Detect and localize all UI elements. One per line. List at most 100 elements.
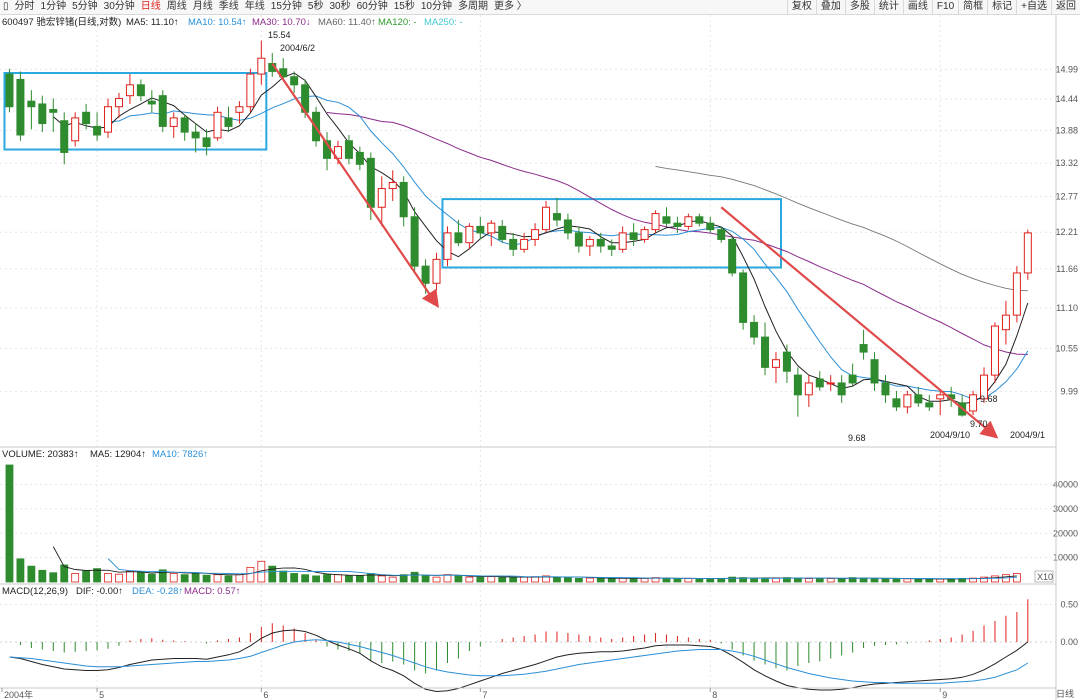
volume-bar-47: [520, 576, 529, 583]
candle-body-85: [936, 394, 945, 400]
low2-value-label: 9.68: [980, 394, 998, 404]
volume-bar-28: [312, 575, 320, 583]
volume-bar-19: [213, 574, 222, 583]
volume-ma10-line: [107, 558, 1017, 580]
candle-body-19: [213, 111, 222, 139]
volume-bar-69: [761, 578, 769, 583]
stock-chart[interactable]: 14.99 14.44 13.88 13.32 12.77 12.21 11.66 11.10…: [0, 0, 1080, 700]
candle-body-9: [104, 106, 113, 133]
candle-body-91: [1001, 314, 1010, 331]
macd-tick-label-0: 0.50: [1060, 600, 1078, 610]
volume-bar-18: [202, 574, 211, 583]
candle-body-46: [509, 238, 518, 250]
candle-body-74: [815, 378, 824, 388]
volume-bar-81: [892, 578, 901, 583]
volume-bar-27: [301, 574, 310, 583]
volume-bar-84: [925, 578, 934, 583]
candle-body-50: [552, 213, 561, 221]
volume-bar-38: [421, 575, 430, 583]
candle-body-68: [750, 321, 759, 338]
volume-bar-20: [224, 575, 233, 583]
volume-bar-9: [104, 573, 112, 583]
volume-bar-4: [49, 572, 58, 583]
candle-body-42: [465, 225, 474, 244]
volume-label: VOLUME: 20383↑: [2, 449, 79, 460]
volume-bar-25: [279, 570, 288, 583]
volume-bar-26: [290, 573, 299, 583]
x-tick-label-4: 8: [712, 690, 717, 700]
volume-bar-83: [914, 578, 923, 583]
volume-bar-57: [629, 577, 638, 583]
low3-value-label: 9.70: [970, 419, 988, 429]
candle-body-57: [629, 232, 638, 240]
volume-bar-79: [870, 578, 879, 583]
volume-tick-label-1: 30000: [1053, 504, 1078, 514]
price-tick-label-8: 10.55: [1055, 343, 1078, 353]
volume-bar-44: [487, 576, 496, 583]
candle-body-51: [563, 219, 572, 234]
volume-bar-82: [903, 578, 912, 583]
volume-bar-2: [27, 565, 36, 583]
candle-body-0: [5, 73, 14, 108]
volume-bar-37: [410, 571, 419, 583]
candle-body-58: [640, 229, 649, 240]
volume-bar-64: [706, 578, 715, 583]
peak-date-label: 2004/6/2: [280, 43, 315, 53]
candle-body-84: [925, 402, 934, 408]
candle-body-10: [114, 97, 123, 108]
candle-body-49: [542, 206, 551, 231]
ma-legend-ma60: MA60: 11.40↑: [318, 17, 376, 28]
macd-value-label: MACD: 0.57↑: [184, 586, 241, 597]
candle-body-44: [487, 222, 496, 234]
ma-legend-ma30: MA30: 10.70↓: [252, 17, 311, 28]
candle-body-65: [717, 229, 726, 240]
price-tick-label-7: 11.10: [1056, 303, 1078, 313]
volume-bar-58: [640, 577, 649, 583]
candle-body-81: [892, 398, 901, 408]
volume-bar-46: [509, 577, 518, 583]
x-tick-label-0: 2004年: [4, 689, 33, 700]
candle-body-31: [344, 140, 353, 159]
candle-body-64: [706, 222, 715, 231]
candle-body-72: [793, 374, 802, 396]
candle-body-20: [224, 117, 233, 127]
candle-body-56: [618, 232, 627, 250]
candle-body-38: [421, 265, 430, 284]
volume-tick-label-0: 40000: [1053, 480, 1078, 490]
candle-body-62: [684, 216, 693, 227]
candle-body-22: [246, 73, 255, 108]
volume-bar-43: [476, 576, 485, 583]
volume-bar-74: [815, 577, 824, 583]
candle-body-41: [454, 232, 463, 244]
volume-bar-50: [553, 576, 561, 583]
volume-bar-10: [115, 573, 123, 583]
volume-bar-78: [859, 577, 868, 583]
candle-body-61: [673, 222, 682, 227]
macd-axis: 0.50 0.00: [1060, 600, 1078, 648]
candle-body-14: [158, 95, 167, 127]
price-tick-label-6: 11.66: [1056, 264, 1078, 274]
candle-body-33: [366, 157, 375, 208]
price-tick-label-5: 12.21: [1055, 227, 1078, 237]
volume-bar-29: [323, 574, 331, 583]
low3-date-label: 2004/9/10: [930, 430, 970, 440]
candle-body-35: [388, 181, 397, 190]
candle-body-70: [771, 359, 780, 368]
price-tick-label-3: 13.32: [1055, 158, 1078, 168]
volume-bar-76: [837, 577, 846, 583]
volume-bar-54: [596, 577, 605, 583]
volume-bar-0: [5, 464, 14, 583]
volume-bar-62: [684, 578, 693, 583]
volume-tick-label-2: 20000: [1053, 528, 1078, 538]
volume-ma5-label: MA5: 12904↑: [90, 449, 146, 460]
macd-tick-label-1: 0.00: [1060, 637, 1078, 647]
volume-bar-73: [804, 578, 813, 583]
volume-bar-22: [246, 566, 255, 583]
volume-bar-13: [147, 573, 156, 583]
macd-dea-line: [9, 639, 1029, 684]
candle-body-36: [399, 181, 408, 218]
stock-label: 600497 驰宏锌锗(日线,对数): [2, 16, 121, 28]
volume-bar-31: [345, 575, 353, 583]
candle-body-45: [498, 225, 507, 240]
volume-bar-45: [498, 576, 507, 583]
